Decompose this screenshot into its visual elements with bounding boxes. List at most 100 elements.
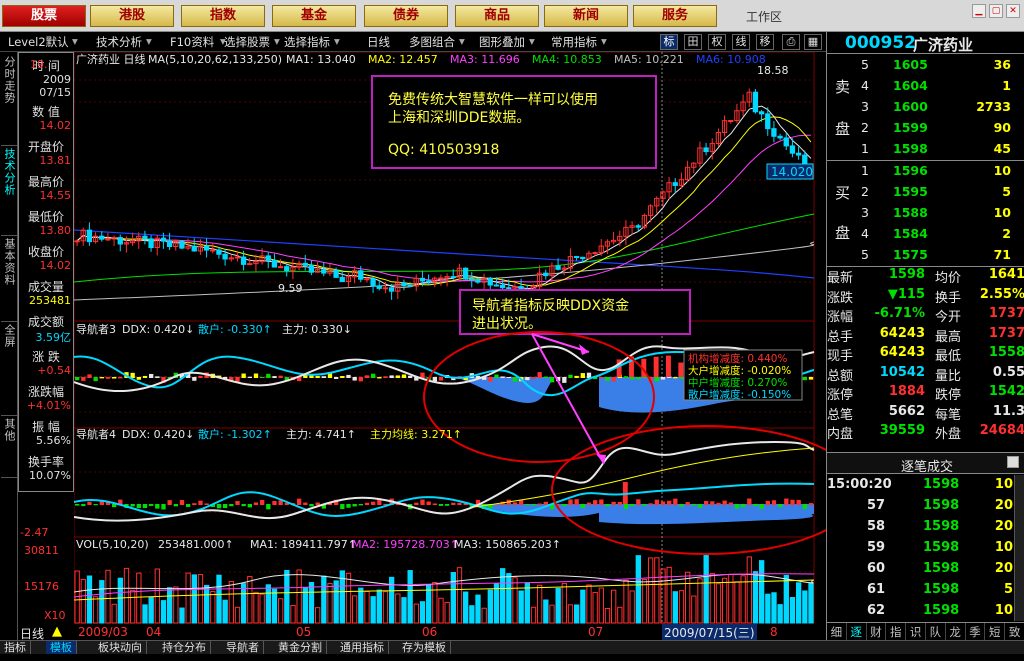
toolbar-item-1[interactable]: 技术分析 <box>96 34 142 50</box>
ind1-bar <box>395 375 400 378</box>
buy-row[interactable]: 2 1595 5 <box>827 182 1024 202</box>
bottom-tab-2[interactable]: 板块动向 <box>94 641 147 655</box>
info-label: 开盘价 <box>27 140 64 154</box>
toolbar-icon-1[interactable]: 田 <box>684 34 702 50</box>
buy-row[interactable]: 4 1584 2 <box>827 224 1024 244</box>
vtab-3[interactable]: 全屏 <box>1 324 17 416</box>
stock-header: 000952 广济药业 <box>827 32 1024 54</box>
stat-key: 总手 <box>827 329 854 345</box>
dropdown-arrow-icon[interactable]: ▾ <box>529 34 535 48</box>
dropdown-arrow-icon[interactable]: ▾ <box>72 34 78 48</box>
dropdown-arrow-icon[interactable]: ▾ <box>459 34 465 48</box>
toolbar-item-8[interactable]: 常用指标 <box>551 34 597 50</box>
ind2-bar <box>784 498 789 505</box>
bottom-tab-3[interactable]: 持仓分布 <box>158 641 211 655</box>
toolbar-item-4[interactable]: 选择指标 <box>284 34 330 50</box>
dropdown-arrow-icon[interactable]: ▾ <box>601 34 607 48</box>
expand-icon[interactable] <box>1007 456 1019 468</box>
toolbar-item-0[interactable]: Level2默认 <box>8 34 69 50</box>
toolbar-icon-4[interactable]: 移 <box>756 34 774 50</box>
close-icon[interactable]: ✕ <box>1006 4 1020 18</box>
ind2-avg-line <box>473 447 815 508</box>
print-icon[interactable]: ⎙ <box>782 34 800 50</box>
bottom-tab-0[interactable]: 指标 <box>0 641 31 655</box>
vol-bar <box>697 578 703 624</box>
ind2-bar <box>142 504 148 509</box>
buy-row[interactable]: 5 1575 71 <box>827 245 1024 265</box>
bottom-tab-4[interactable]: 导航者 <box>222 641 264 655</box>
window-controls: ▁ ▢ ✕ <box>972 4 1020 18</box>
nav-button-2[interactable]: 指数 <box>181 5 265 27</box>
vtab-1[interactable]: 技术分析 <box>1 148 17 236</box>
toolbar-item-5[interactable]: 日线 <box>367 34 390 50</box>
kline-chart[interactable]: 广济药业 日线 MA(5,10,20,62,133,250) MA1: 13.040… <box>73 51 861 624</box>
trades-scrollbar[interactable] <box>1014 475 1024 621</box>
toolbar-icon-3[interactable]: 线 <box>732 34 750 50</box>
ind2-bar <box>771 500 777 505</box>
sell-row[interactable]: 3 1600 2733 <box>827 97 1024 117</box>
nav-button-3[interactable]: 基金 <box>272 5 356 27</box>
vol-bar <box>487 589 493 624</box>
vol-bar <box>703 555 709 624</box>
vol-bar <box>241 583 247 624</box>
ind2-bar <box>457 502 462 505</box>
ind2-bar <box>155 504 160 509</box>
trade-volume: 5 <box>1003 582 1013 597</box>
buy-row[interactable]: 3 1588 10 <box>827 203 1024 223</box>
nav-button-6[interactable]: 新闻 <box>544 5 628 27</box>
sell-row[interactable]: 4 1604 1 <box>827 76 1024 96</box>
chart-canvas[interactable]: 广济药业 日线 MA(5,10,20,62,133,250) MA1: 13.040… <box>73 51 861 624</box>
restore-icon[interactable]: ▢ <box>989 4 1003 18</box>
sell-row[interactable]: 1 1598 45 <box>827 139 1024 159</box>
buy-row[interactable]: 1 1596 10 <box>827 161 1024 181</box>
toolbar-item-2[interactable]: F10资料 <box>170 34 214 50</box>
toolbar-item-7[interactable]: 图形叠加 <box>479 34 525 50</box>
main-title: 广济药业 日线 <box>76 52 146 66</box>
info-label: 成交额 <box>27 315 64 329</box>
nav-button-7[interactable]: 服务 <box>633 5 717 27</box>
toolbar-item-3[interactable]: 选择股票 <box>224 34 270 50</box>
bottom-tab-5[interactable]: 黄金分割 <box>274 641 327 655</box>
trade-volume: 10 <box>994 603 1013 618</box>
nav-button-1[interactable]: 港股 <box>90 5 174 27</box>
stat-value: -6.71% <box>874 306 926 321</box>
nav-button-5[interactable]: 商品 <box>455 5 539 27</box>
nav-button-4[interactable]: 债券 <box>364 5 448 27</box>
ind2-bar <box>654 499 659 505</box>
sell-row[interactable]: 2 1599 90 <box>827 118 1024 138</box>
info-label: 换手率 <box>27 455 64 469</box>
sell-row[interactable]: 5 1605 36 <box>827 55 1024 75</box>
ind2-bar <box>216 504 222 509</box>
bottom-tab-6[interactable]: 通用指标 <box>336 641 389 655</box>
ind2-bar <box>204 503 209 505</box>
candle-body <box>469 278 475 281</box>
vol-bar <box>635 555 641 624</box>
trade-price: 1598 <box>923 477 960 492</box>
vtab-2[interactable]: 基本资料 <box>1 238 17 322</box>
bottom-tab-7[interactable]: 存为模板 <box>398 641 451 655</box>
dropdown-arrow-icon[interactable]: ▾ <box>146 34 152 48</box>
toolbar-item-6[interactable]: 多图组合 <box>409 34 455 50</box>
grid-icon[interactable]: ▦ <box>804 34 822 50</box>
toolbar-icon-2[interactable]: 权 <box>708 34 726 50</box>
ind2-bar <box>272 500 277 505</box>
toolbar-icon-0[interactable]: 标 <box>660 34 678 50</box>
dropdown-arrow-icon[interactable]: ▾ <box>334 34 340 48</box>
vol-bar <box>376 589 382 624</box>
ind1-bar <box>636 377 641 380</box>
period-toggle-icon[interactable]: ▲ <box>52 624 62 639</box>
minimize-icon[interactable]: ▁ <box>972 4 986 18</box>
dropdown-arrow-icon[interactable]: ▾ <box>274 34 280 48</box>
vtab-4[interactable]: 其他 <box>1 418 17 478</box>
stat-key: 涨幅 <box>827 310 854 325</box>
ind2-bar <box>229 504 234 507</box>
candle-body <box>672 182 678 186</box>
ind2-bar <box>716 502 721 505</box>
ind2-bar <box>728 502 733 505</box>
nav-button-0[interactable]: 股票 <box>2 5 86 27</box>
vol-bar <box>444 601 450 624</box>
vol-bar <box>191 574 197 624</box>
vtab-0[interactable]: 分时走势 <box>1 56 17 146</box>
stat-key: 总笔 <box>827 407 854 423</box>
bottom-tab-1[interactable]: 模板 <box>46 641 77 655</box>
